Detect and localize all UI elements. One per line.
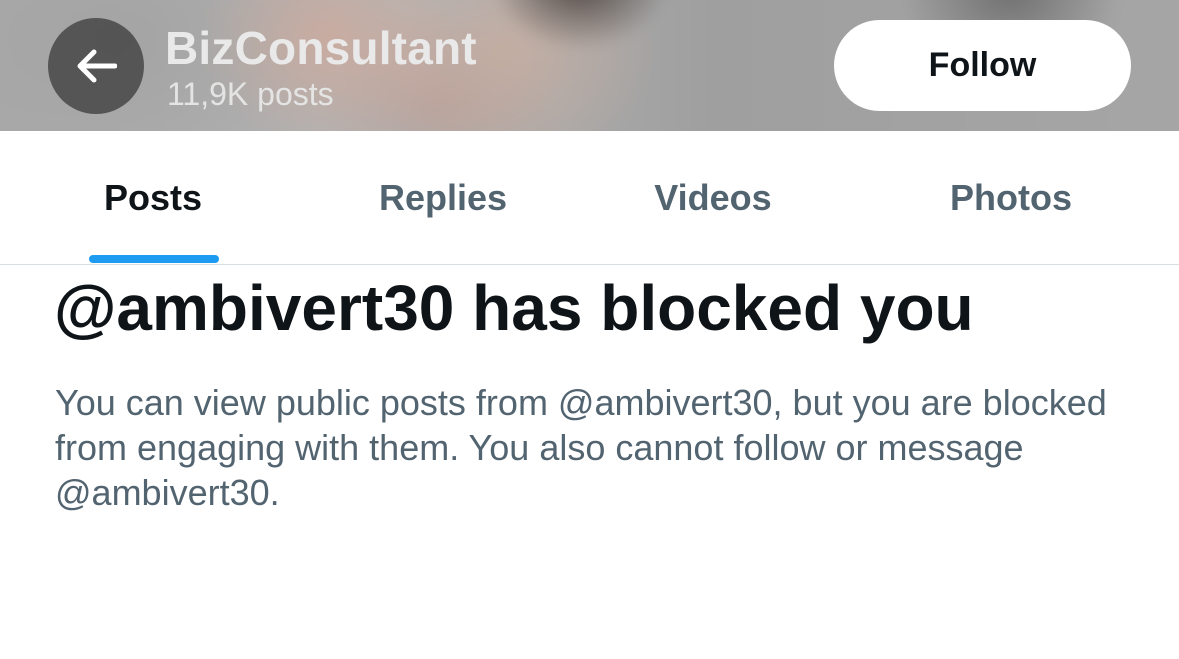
blocked-description: You can view public posts from @ambivert…: [55, 382, 1107, 513]
arrow-left-icon: [77, 49, 117, 83]
profile-tabs: Posts Replies Videos Photos: [0, 131, 1179, 265]
tab-videos[interactable]: Videos: [620, 131, 806, 264]
active-tab-indicator: [89, 255, 219, 263]
tab-photos[interactable]: Photos: [918, 131, 1104, 264]
back-button[interactable]: [48, 18, 144, 114]
profile-header: BizConsultant 11,9K posts Follow: [0, 0, 1179, 131]
blocked-title: @ambivert30 has blocked you: [54, 272, 974, 344]
post-count: 11,9K posts: [167, 76, 334, 112]
profile-name: BizConsultant: [165, 22, 477, 74]
follow-button[interactable]: Follow: [834, 20, 1131, 111]
tab-replies[interactable]: Replies: [350, 131, 536, 264]
profile-page: BizConsultant 11,9K posts Follow Posts R…: [0, 0, 1179, 659]
tab-posts[interactable]: Posts: [60, 131, 246, 264]
